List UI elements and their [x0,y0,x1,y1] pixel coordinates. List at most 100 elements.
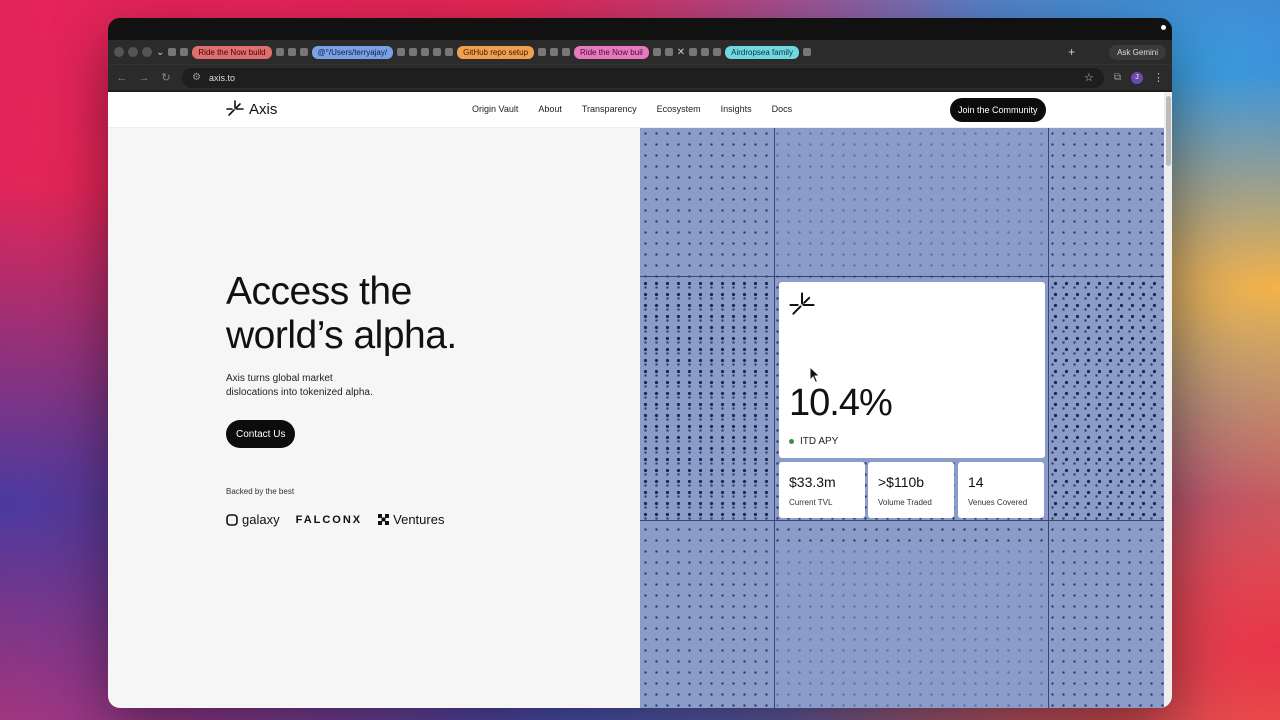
grid-line [640,520,1164,521]
axis-logo-icon [789,292,815,315]
url-field[interactable]: ⚙ axis.to ☆ [182,67,1104,88]
hero-title-line-1: Access the [226,270,412,313]
url-text: axis.to [208,72,235,83]
ask-gemini-button[interactable]: Ask Gemini [1109,44,1166,60]
tab-group-orange[interactable]: GitHub repo setup [457,45,535,59]
pinned-tab-icon[interactable] [664,48,673,56]
falconx-logo: FALCONX [295,513,363,526]
apy-label-text: ITD APY [800,436,839,447]
grid-line [1048,128,1049,708]
pinned-tab-icon[interactable] [689,48,698,56]
forward-arrow-icon[interactable]: → [138,72,150,84]
ventures-wordmark: Ventures [393,512,445,527]
tab-group-blue[interactable]: @°/Users/terryajay/ [311,45,394,59]
galaxy-wordmark: galaxy [242,512,280,527]
nav-links: Origin Vault About Transparency Ecosyste… [472,104,792,114]
stat-card-volume: >$110b Volume Traded [868,462,954,518]
nav-link-about[interactable]: About [538,104,562,114]
reload-icon[interactable]: ↻ [160,71,172,84]
hero-subtitle-line-2: dislocations into tokenized alpha. [226,387,373,398]
stat-card-venues: 14 Venues Covered [958,462,1044,518]
pattern-dense-area [640,278,774,520]
site-settings-icon[interactable]: ⚙ [192,72,201,83]
nav-link-docs[interactable]: Docs [772,104,793,114]
tab-group-red[interactable]: Ride the Now build [192,45,272,59]
site-navbar: Axis Origin Vault About Transparency Eco… [108,92,1164,128]
pattern-fade-area [776,548,1048,708]
address-bar-row: ← → ↻ ⚙ axis.to ☆ ⧉ J ⋮ [108,64,1172,90]
pinned-tab-icon[interactable] [550,48,559,56]
pinned-tab-icon[interactable] [562,48,571,56]
browser-window: ⌄ Ride the Now build @°/Users/terryajay/… [108,18,1172,708]
grid-line [774,128,775,708]
hero-subtitle-line-1: Axis turns global market [226,373,333,384]
nav-link-origin-vault[interactable]: Origin Vault [472,104,518,114]
hero-title-line-2: world’s alpha. [226,314,457,357]
nav-link-insights[interactable]: Insights [721,104,752,114]
window-close-button[interactable] [114,47,124,57]
tab-group-cyan[interactable]: Airdropsea family [725,45,799,59]
galaxy-mark-icon [226,513,238,526]
stat-label: Current TVL [789,498,833,507]
join-community-button[interactable]: Join the Community [950,98,1046,122]
stat-label: Volume Traded [878,498,932,507]
web-page: Axis Origin Vault About Transparency Eco… [108,92,1164,708]
window-maximize-button[interactable] [142,47,152,57]
close-tab-icon[interactable]: ✕ [677,47,685,58]
hero-title: Access the world’s alpha. [226,270,457,358]
pinned-tab-icon[interactable] [652,48,661,56]
profile-avatar[interactable]: J [1131,71,1143,84]
stat-value: >$110b [878,474,925,490]
tab-group-pink[interactable]: Ride the Now buil [574,45,649,59]
pinned-tab-icon[interactable] [701,48,710,56]
nav-link-ecosystem[interactable]: Ecosystem [657,104,701,114]
galaxy-logo: galaxy [226,512,280,527]
pinned-tab-icon[interactable] [538,48,547,56]
scrollbar-thumb[interactable] [1166,96,1171,166]
apy-label: ITD APY [789,436,838,447]
pinned-tab-icon[interactable] [168,48,177,56]
bookmark-star-icon[interactable]: ☆ [1084,71,1094,84]
pinned-tab-icon[interactable] [421,48,430,56]
ventures-mark-icon [378,514,390,525]
stat-value: $33.3m [789,474,836,490]
tab-search-icon[interactable]: ⌄ [156,47,164,58]
pattern-dense-area [1050,278,1164,520]
tab-strip: ⌄ Ride the Now build @°/Users/terryajay/… [108,40,1172,64]
pinned-tab-icon[interactable] [287,48,296,56]
status-dot [789,439,794,444]
browser-menu-icon[interactable]: ⋮ [1153,71,1164,84]
nav-link-transparency[interactable]: Transparency [582,104,637,114]
stat-label: Venues Covered [968,498,1028,507]
camera-indicator [1161,25,1166,30]
extensions-puzzle-icon[interactable]: ⧉ [1114,72,1121,83]
window-top-bezel [108,18,1172,40]
pinned-tab-icon[interactable] [409,48,418,56]
brand-name: Axis [249,100,278,118]
grid-line [640,276,1164,277]
backed-by-label: Backed by the best [226,487,295,496]
axis-logo-icon [226,100,244,116]
stat-value: 14 [968,474,984,490]
contact-us-button[interactable]: Contact Us [226,420,296,448]
apy-value: 10.4% [789,382,893,424]
pattern-fade-area [776,128,1048,276]
pinned-tab-icon[interactable] [713,48,722,56]
backers-logos: galaxy FALCONX Ventures [226,512,444,527]
pinned-tab-icon[interactable] [397,48,406,56]
pinned-tab-icon[interactable] [433,48,442,56]
hero-subtitle: Axis turns global market dislocations in… [226,372,386,400]
ventures-logo: Ventures [378,512,444,527]
pinned-tab-icon[interactable] [299,48,308,56]
pinned-tab-icon[interactable] [802,48,811,56]
pinned-tab-icon[interactable] [445,48,454,56]
new-tab-plus-icon[interactable]: + [1068,45,1075,59]
stat-card-tvl: $33.3m Current TVL [779,462,865,518]
pinned-tab-icon[interactable] [275,48,284,56]
back-arrow-icon[interactable]: ← [116,72,128,84]
mouse-pointer-icon [809,366,821,384]
window-minimize-button[interactable] [128,47,138,57]
pinned-tab-icon[interactable] [180,48,189,56]
site-logo[interactable]: Axis [226,100,277,118]
page-scrollbar[interactable] [1164,92,1172,708]
